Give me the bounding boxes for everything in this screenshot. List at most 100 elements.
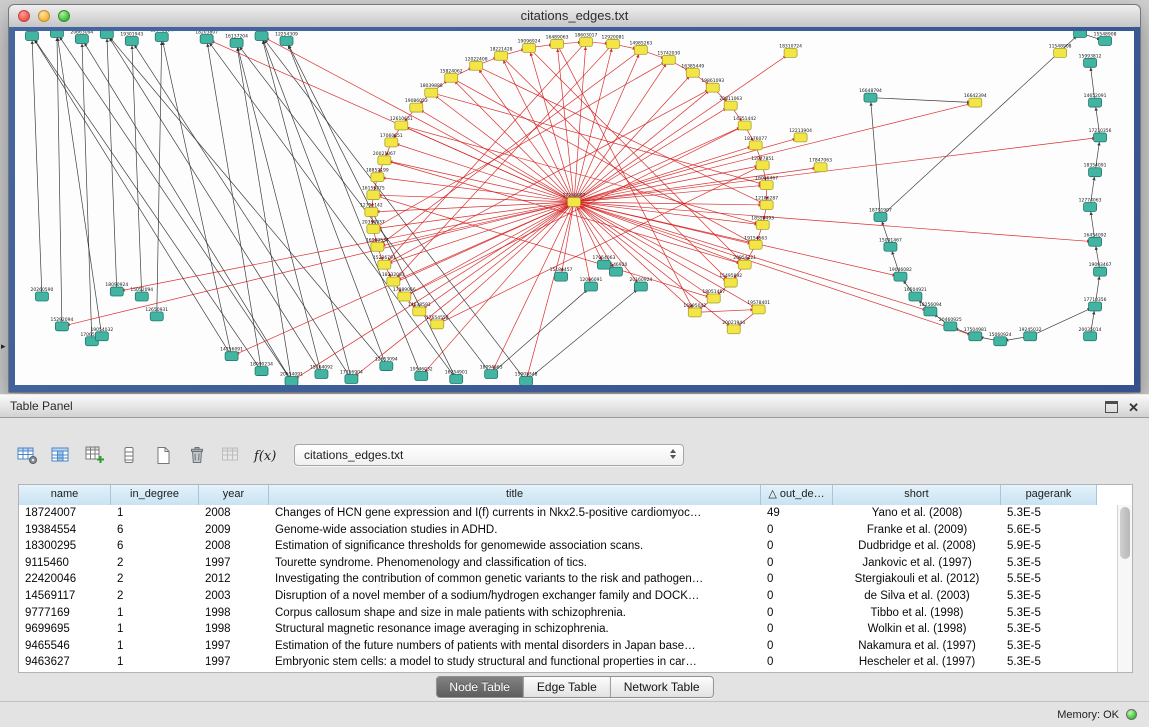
cell-short[interactable]: Stergiakouli et al. (2012)	[833, 571, 1001, 588]
graph-node[interactable]: 19861093	[701, 78, 724, 92]
cell-in_degree[interactable]: 1	[111, 654, 199, 671]
table-row[interactable]: 946362711997Embryonic stem cells: a mode…	[19, 654, 1117, 671]
graph-node[interactable]: 12022408	[465, 56, 488, 70]
cell-in_degree[interactable]: 1	[111, 505, 199, 522]
cell-title[interactable]: Investigating the contribution of common…	[269, 571, 761, 588]
graph-node[interactable]: 12077851	[751, 156, 774, 170]
delete-table-icon[interactable]	[184, 443, 210, 467]
cell-name[interactable]: 18300295	[19, 538, 111, 555]
table-row[interactable]: 946554611997Estimation of the future num…	[19, 638, 1117, 655]
graph-node[interactable]: 12650931	[145, 307, 168, 321]
graph-node[interactable]: 18203807	[195, 31, 218, 43]
graph-node[interactable]: 19086053	[405, 98, 428, 112]
table-selector-dropdown[interactable]: citations_edges.txt	[294, 444, 684, 466]
graph-node[interactable]: 19578401	[747, 300, 770, 314]
graph-node[interactable]: 17989066	[393, 287, 416, 301]
cell-name[interactable]: 9777169	[19, 605, 111, 622]
rows-icon[interactable]	[116, 443, 142, 467]
tab-node-table[interactable]: Node Table	[436, 677, 523, 697]
graph-node[interactable]: 20811063	[719, 96, 742, 110]
graph-node[interactable]: 11548908	[1049, 43, 1072, 57]
graph-node[interactable]: 20663094	[70, 31, 93, 43]
cell-title[interactable]: Tourette syndrome. Phenomenology and cla…	[269, 555, 761, 572]
import-table-icon[interactable]	[218, 443, 244, 467]
graph-node[interactable]: 15060924	[989, 332, 1012, 346]
graph-node[interactable]: 16919534	[366, 237, 389, 251]
graph-node[interactable]: 20654091	[280, 372, 303, 385]
graph-node[interactable]: 16489063	[546, 34, 569, 48]
cell-title[interactable]: Corpus callosum shape and size in male p…	[269, 605, 761, 622]
graph-node[interactable]: 14652091	[1084, 93, 1107, 107]
cell-out_degree[interactable]: 0	[761, 555, 833, 572]
graph-node[interactable]: 17847063	[809, 158, 832, 172]
cell-in_degree[interactable]: 2	[111, 571, 199, 588]
graph-node[interactable]: 15993812	[1079, 53, 1102, 67]
cell-in_degree[interactable]: 1	[111, 621, 199, 638]
cell-short[interactable]: Jankovic et al. (1997)	[833, 555, 1001, 572]
table-row[interactable]: 1938455462009Genome-wide association stu…	[19, 522, 1117, 539]
graph-node[interactable]: 15922904	[250, 31, 273, 40]
scrollbar-thumb[interactable]	[1120, 507, 1130, 559]
graph-node[interactable]: 18094563	[480, 365, 503, 379]
graph-node[interactable]: 16385449	[681, 63, 704, 77]
graph-node[interactable]: 18540901	[46, 31, 69, 37]
cell-year[interactable]: 2008	[199, 538, 269, 555]
cell-out_degree[interactable]: 49	[761, 505, 833, 522]
cell-in_degree[interactable]: 6	[111, 522, 199, 539]
table-row[interactable]: 1872400712008Changes of HCN gene express…	[19, 505, 1117, 522]
cell-in_degree[interactable]: 1	[111, 605, 199, 622]
cell-year[interactable]: 2012	[199, 571, 269, 588]
cell-out_degree[interactable]: 0	[761, 538, 833, 555]
graph-node[interactable]: 17210356	[1089, 128, 1112, 142]
cell-year[interactable]: 1997	[199, 638, 269, 655]
cell-pagerank[interactable]: 5.3E-5	[1001, 505, 1097, 522]
graph-node[interactable]: 16504921	[904, 287, 927, 301]
graph-node[interactable]: 16454092	[1084, 232, 1107, 246]
table-row[interactable]: 1456911722003Disruption of a novel membe…	[19, 588, 1117, 605]
graph-node[interactable]: 12106287	[755, 196, 778, 210]
cell-short[interactable]: Wolkin et al. (1998)	[833, 621, 1001, 638]
graph-node[interactable]: 16648794	[859, 88, 882, 102]
graph-node[interactable]: 15078104	[150, 31, 173, 41]
graph-node[interactable]: 16995042	[683, 303, 706, 317]
table-scrollbar[interactable]	[1117, 505, 1132, 672]
cell-pagerank[interactable]: 5.6E-5	[1001, 522, 1097, 539]
graph-node[interactable]: 19154563	[744, 235, 767, 249]
cell-short[interactable]: de Silva et al. (2003)	[833, 588, 1001, 605]
cell-short[interactable]: Hescheler et al. (1997)	[833, 654, 1001, 671]
cell-name[interactable]: 9465546	[19, 638, 111, 655]
cell-year[interactable]: 1997	[199, 555, 269, 572]
graph-node[interactable]: 12751142	[360, 203, 383, 217]
cell-in_degree[interactable]: 2	[111, 555, 199, 572]
column-header-in_degree[interactable]: in_degree	[111, 485, 199, 505]
cell-year[interactable]: 2009	[199, 522, 269, 539]
tab-edge-table[interactable]: Edge Table	[523, 677, 610, 697]
cell-year[interactable]: 1998	[199, 605, 269, 622]
graph-node[interactable]: 18603017	[575, 32, 598, 46]
graph-node[interactable]: 20035014	[1079, 327, 1102, 341]
graph-node[interactable]: 18090234	[250, 362, 273, 376]
cell-title[interactable]: Structural magnetic resonance image aver…	[269, 621, 761, 638]
graph-node[interactable]: 18310724	[779, 43, 802, 57]
new-file-icon[interactable]	[150, 443, 176, 467]
cell-title[interactable]: Genome-wide association studies in ADHD.	[269, 522, 761, 539]
graph-node[interactable]: 14638591	[408, 302, 431, 316]
graph-node[interactable]: 19046082	[889, 267, 912, 281]
network-canvas[interactable]: 1803988819086053126106511706065120021067…	[15, 31, 1134, 385]
cell-pagerank[interactable]: 5.3E-5	[1001, 621, 1097, 638]
graph-node[interactable]: 18852199	[366, 168, 389, 182]
cell-out_degree[interactable]: 0	[761, 638, 833, 655]
graph-node[interactable]: 20160924	[629, 277, 652, 291]
cell-name[interactable]: 14569117	[19, 588, 111, 605]
cell-out_degree[interactable]: 0	[761, 605, 833, 622]
cell-year[interactable]: 2008	[199, 505, 269, 522]
cell-out_degree[interactable]: 0	[761, 588, 833, 605]
new-column-icon[interactable]	[82, 443, 108, 467]
column-header-year[interactable]: year	[199, 485, 269, 505]
graph-node[interactable]: 15292094	[51, 317, 74, 331]
graph-node[interactable]: 12542094	[95, 31, 118, 38]
table-settings-icon[interactable]	[14, 443, 40, 467]
graph-node[interactable]: 20260590	[31, 287, 54, 301]
graph-node[interactable]: 18090924	[105, 282, 128, 296]
graph-node[interactable]: 15824062	[440, 68, 463, 82]
